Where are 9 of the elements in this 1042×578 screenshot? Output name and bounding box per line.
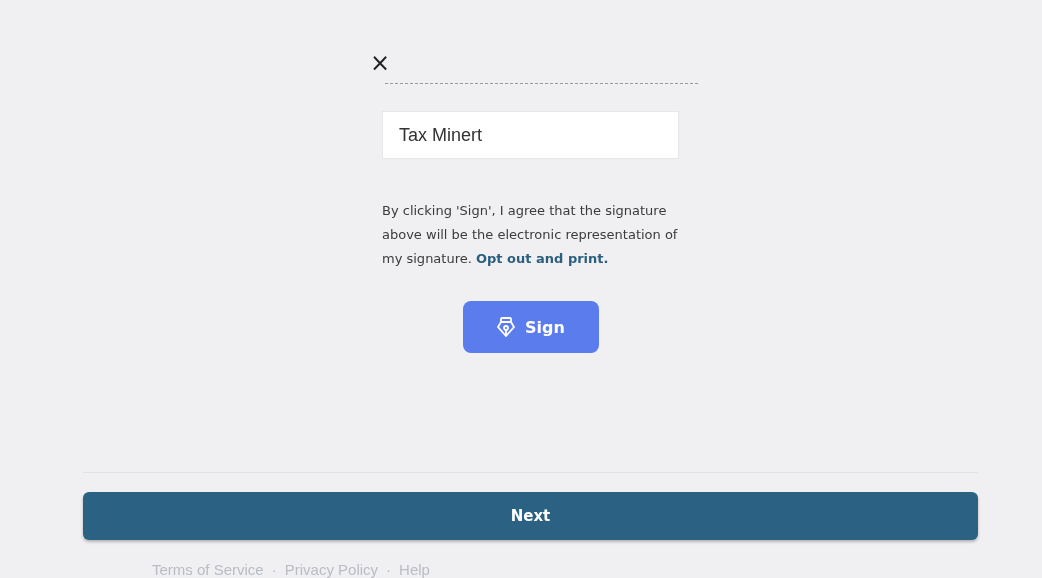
- opt-out-link[interactable]: Opt out and print.: [476, 251, 609, 266]
- next-button[interactable]: Next: [83, 492, 978, 540]
- close-button[interactable]: ×: [366, 50, 395, 76]
- separator-dot: ·: [386, 561, 392, 578]
- sign-button[interactable]: Sign: [463, 301, 599, 353]
- consent-text: By clicking 'Sign', I agree that the signature above will be the electronic representation of my signature. Opt out and print.: [382, 202, 679, 268]
- separator-dot: ·: [271, 561, 277, 578]
- pen-nib-icon: [497, 317, 516, 337]
- signature-input-field[interactable]: Tax Minert: [382, 111, 679, 159]
